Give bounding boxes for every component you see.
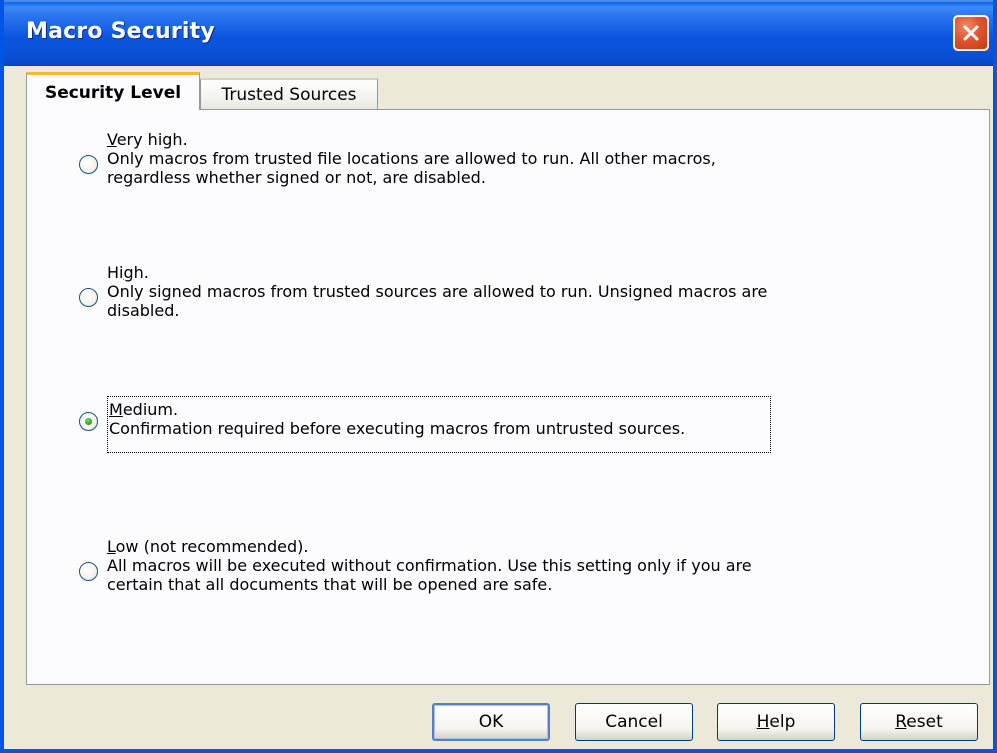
option-description-line: All macros will be executed without conf… bbox=[107, 556, 752, 575]
option-medium-label[interactable]: Medium. Confirmation required before exe… bbox=[109, 400, 685, 438]
option-title: Medium. bbox=[109, 400, 179, 419]
option-description-line: disabled. bbox=[107, 301, 180, 320]
option-title: High. bbox=[107, 263, 149, 282]
tab-label: Trusted Sources bbox=[221, 85, 357, 105]
option-title: Very high. bbox=[107, 130, 188, 149]
help-button[interactable]: Help bbox=[717, 703, 835, 741]
close-button[interactable] bbox=[953, 15, 989, 51]
option-description-line: certain that all documents that will be … bbox=[107, 575, 553, 594]
tab-security-level[interactable]: Security Level bbox=[26, 72, 200, 110]
title-bar[interactable]: Macro Security bbox=[4, 0, 993, 66]
security-level-panel: Very high. Only macros from trusted file… bbox=[26, 109, 990, 685]
option-title: Low (not recommended). bbox=[107, 537, 309, 556]
cancel-button[interactable]: Cancel bbox=[575, 703, 693, 741]
option-high-label[interactable]: High. Only signed macros from trusted so… bbox=[107, 263, 767, 320]
radio-medium[interactable] bbox=[79, 412, 98, 431]
close-x-icon bbox=[963, 25, 979, 41]
option-low-label[interactable]: Low (not recommended). All macros will b… bbox=[107, 537, 752, 594]
reset-button-label: Reset bbox=[895, 712, 943, 732]
radio-low[interactable] bbox=[79, 562, 98, 581]
reset-button[interactable]: Reset bbox=[860, 703, 978, 741]
option-description-line: Confirmation required before executing m… bbox=[109, 419, 686, 438]
radio-high[interactable] bbox=[79, 288, 98, 307]
help-button-label: Help bbox=[756, 712, 796, 732]
tab-trusted-sources[interactable]: Trusted Sources bbox=[200, 78, 378, 110]
option-very-high-label[interactable]: Very high. Only macros from trusted file… bbox=[107, 130, 716, 187]
macro-security-dialog: Macro Security Security Level Trusted So… bbox=[0, 0, 997, 753]
option-description-line: regardless whether signed or not, are di… bbox=[107, 168, 486, 187]
ok-button[interactable]: OK bbox=[432, 703, 550, 741]
option-description-line: Only signed macros from trusted sources … bbox=[107, 282, 768, 301]
tab-label: Security Level bbox=[44, 82, 182, 103]
window-title: Macro Security bbox=[26, 19, 215, 44]
option-description-line: Only macros from trusted file locations … bbox=[107, 149, 716, 168]
radio-very-high[interactable] bbox=[79, 155, 98, 174]
